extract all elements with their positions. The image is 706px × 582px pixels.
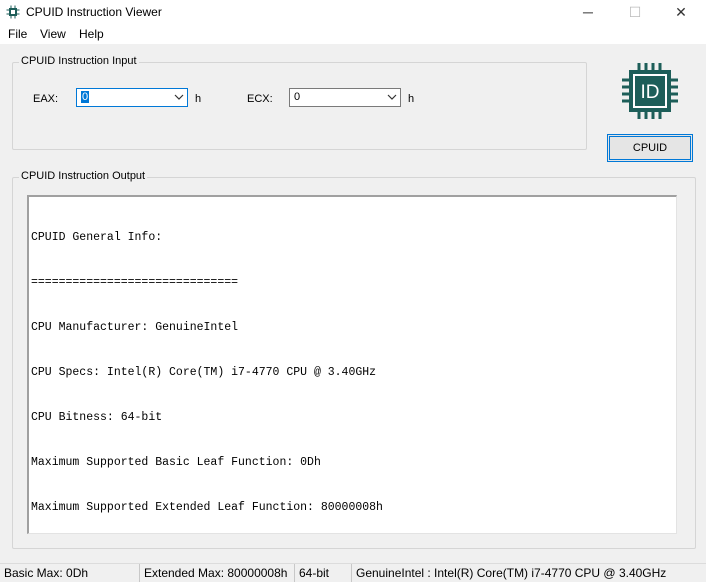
output-line: CPUID General Info: [31, 231, 163, 244]
menu-file[interactable]: File [8, 27, 27, 41]
input-groupbox: CPUID Instruction Input EAX: 0 h ECX: 0 … [12, 55, 587, 150]
close-button[interactable]: ✕ [658, 0, 704, 24]
menu-view[interactable]: View [40, 27, 66, 41]
close-icon: ✕ [675, 3, 687, 20]
window-title: CPUID Instruction Viewer [26, 5, 162, 19]
chip-logo-icon: ID [622, 63, 678, 119]
status-bar: Basic Max: 0Dh Extended Max: 80000008h 6… [0, 563, 706, 582]
status-bitness: 64-bit [295, 564, 352, 582]
output-line: ============================== [31, 276, 239, 289]
status-extended-max: Extended Max: 80000008h [140, 564, 295, 582]
output-line: CPU Manufacturer: GenuineIntel [31, 321, 239, 334]
cpuid-button-label: CPUID [632, 142, 668, 154]
title-bar: CPUID Instruction Viewer ─ ☐ ✕ [0, 0, 706, 24]
chevron-down-icon [387, 94, 397, 100]
output-textarea[interactable]: CPUID General Info: ====================… [27, 195, 677, 534]
maximize-button[interactable]: ☐ [612, 0, 658, 24]
ecx-value: 0 [294, 91, 301, 103]
output-line: CPU Bitness: 64-bit [31, 411, 163, 424]
output-line: Maximum Supported Basic Leaf Function: 0… [31, 456, 321, 469]
status-basic-max: Basic Max: 0Dh [0, 564, 140, 582]
maximize-icon: ☐ [628, 3, 642, 20]
output-group-legend: CPUID Instruction Output [19, 170, 148, 182]
ecx-unit: h [408, 93, 415, 105]
output-line: CPU Specs: Intel(R) Core(TM) i7-4770 CPU… [31, 366, 377, 379]
logo-text: ID [641, 82, 660, 103]
cpuid-button[interactable]: CPUID [607, 134, 693, 162]
eax-label: EAX: [33, 93, 59, 105]
minimize-icon: ─ [583, 4, 593, 20]
chevron-down-icon [174, 94, 184, 100]
ecx-combobox[interactable]: 0 [289, 88, 401, 107]
input-group-legend: CPUID Instruction Input [19, 55, 139, 67]
menu-help[interactable]: Help [79, 27, 104, 41]
eax-unit: h [195, 93, 202, 105]
menu-bar: File View Help [0, 24, 706, 44]
eax-value: 0 [81, 91, 90, 103]
minimize-button[interactable]: ─ [565, 0, 611, 24]
app-chip-icon [6, 5, 20, 19]
status-cpu: GenuineIntel : Intel(R) Core(TM) i7-4770… [356, 566, 667, 580]
output-line: Maximum Supported Extended Leaf Function… [31, 501, 383, 514]
eax-combobox[interactable]: 0 [76, 88, 188, 107]
ecx-label: ECX: [247, 93, 273, 105]
